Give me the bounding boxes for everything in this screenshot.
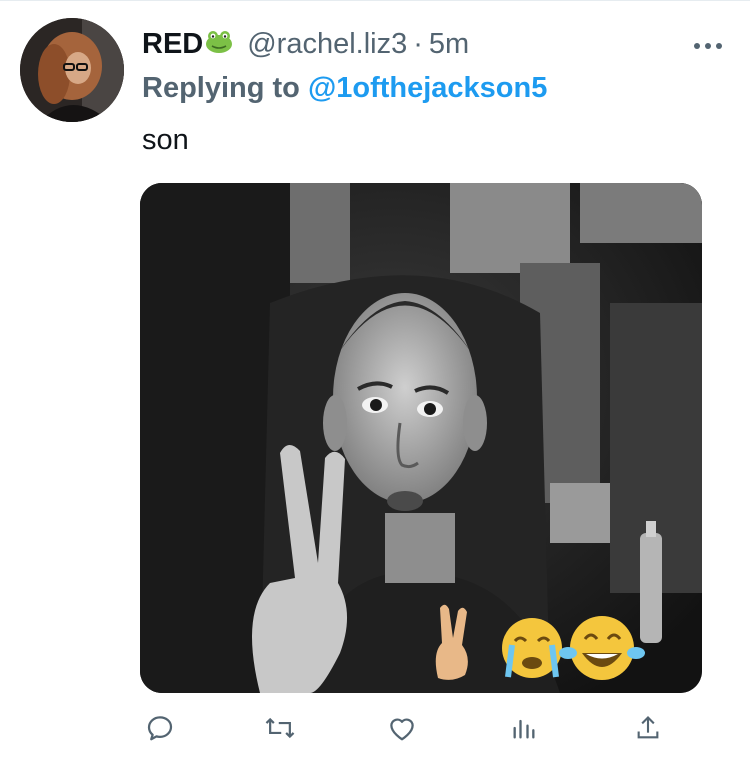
reply-icon[interactable] xyxy=(138,706,182,750)
replying-to-line: Replying to @1ofthejackson5 xyxy=(142,72,547,105)
avatar[interactable] xyxy=(20,18,124,122)
top-divider xyxy=(0,0,750,1)
separator-dot: · xyxy=(413,28,423,60)
crying-face-emoji xyxy=(502,618,562,678)
tweet-text: son xyxy=(142,124,189,156)
action-bar xyxy=(140,706,700,750)
like-icon[interactable] xyxy=(380,706,424,750)
tweet-header: RED @rachel.liz3 · 5m xyxy=(142,28,702,68)
retweet-icon[interactable] xyxy=(258,706,302,750)
analytics-icon[interactable] xyxy=(502,706,546,750)
timestamp[interactable]: 5m xyxy=(429,28,469,60)
more-options-icon[interactable] xyxy=(690,38,726,54)
tweet-media[interactable] xyxy=(140,183,702,693)
mention-link[interactable]: @1ofthejackson5 xyxy=(308,72,547,104)
frog-icon xyxy=(205,30,233,59)
share-icon[interactable] xyxy=(626,706,670,750)
user-handle[interactable]: @rachel.liz3 xyxy=(247,28,407,60)
display-name[interactable]: RED xyxy=(142,28,203,60)
replying-prefix: Replying to xyxy=(142,72,300,104)
